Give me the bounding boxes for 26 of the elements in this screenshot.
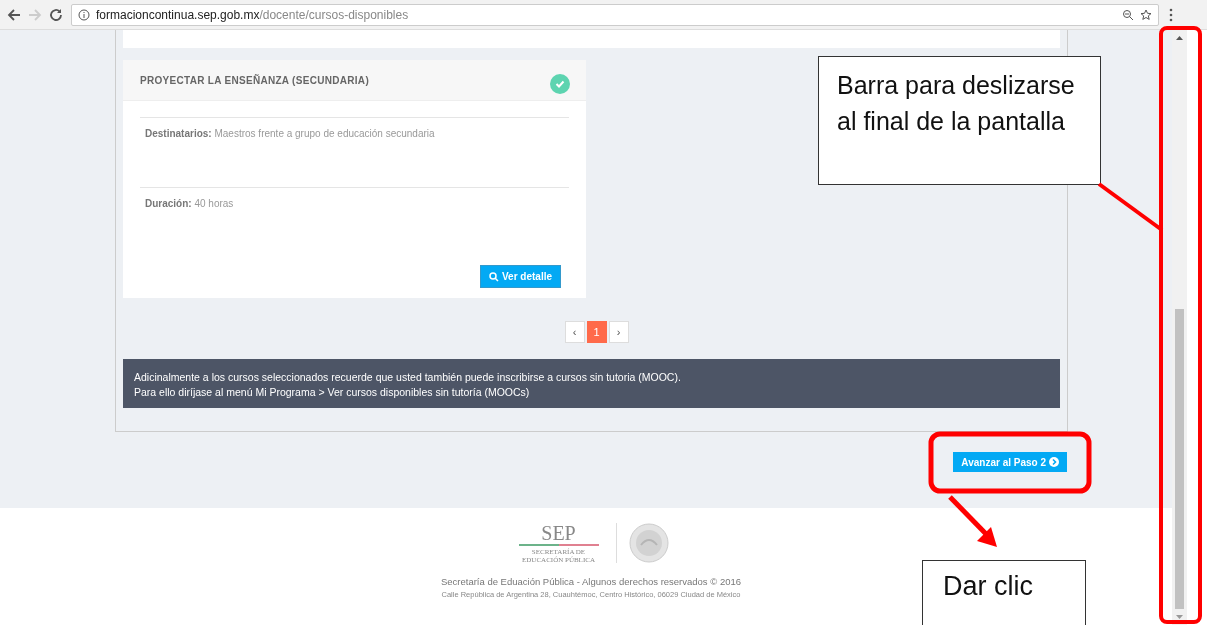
address-bar[interactable]: formacioncontinua.sep.gob.mx/docente/cursos-disponibles	[71, 3, 1159, 26]
chevron-circle-icon	[1049, 457, 1059, 467]
seal-icon	[628, 523, 669, 563]
callout-box: Dar clic	[922, 560, 1086, 625]
next-page-button[interactable]: ›	[608, 321, 629, 343]
course-field: Duración: 40 horas	[145, 198, 234, 209]
check-icon[interactable]	[550, 74, 570, 94]
scrollbar[interactable]	[1172, 30, 1187, 625]
copyright-text: Secretaría de Eduación Pública - Algunos derechos reservados © 2016	[440, 576, 742, 587]
course-title: PROYECTAR LA ENSEÑANZA (SECUNDARIA)	[140, 74, 370, 86]
url-text: formacioncontinua.sep.gob.mx/docente/cursos-disponibles	[96, 7, 410, 22]
menu-icon[interactable]	[1169, 7, 1173, 22]
reload-icon[interactable]	[49, 7, 63, 22]
info-icon[interactable]	[78, 8, 90, 21]
star-icon[interactable]	[1140, 8, 1152, 21]
leader-line	[1097, 182, 1164, 232]
previous-page-button[interactable]: ‹	[564, 321, 585, 343]
scroll-up-icon[interactable]	[1176, 36, 1183, 40]
notice-text: Adicinalmente a los cursos seleccionados recuerde que usted también puede inscribirse a cursos sin tutoria (MOOC).	[134, 370, 682, 385]
search-icon	[488, 271, 499, 282]
arrow	[948, 495, 997, 547]
zoom-icon[interactable]	[1122, 8, 1134, 21]
notice-text: Para ello diríjase al menú Mi Programa > Ver cursos disponibles sin tutoría (MOOCs)	[134, 385, 531, 400]
course-field: Destinatarios: Maestros frente a grupo de educación secundaria	[145, 128, 435, 139]
callout-box: Barra para deslizarse al final de la pantalla	[818, 56, 1101, 185]
back-icon[interactable]	[7, 7, 21, 22]
